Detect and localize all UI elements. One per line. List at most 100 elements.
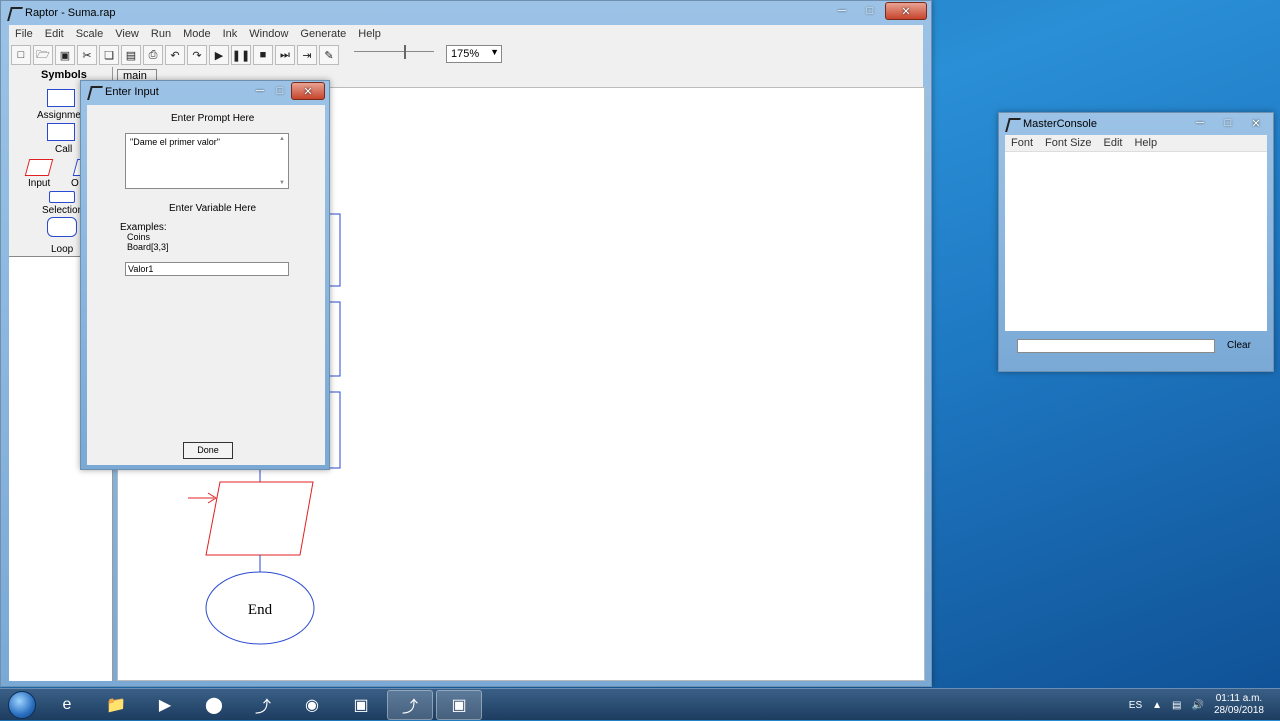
new-file-icon[interactable]: □	[11, 45, 31, 65]
variable-input[interactable]: Valor1	[125, 262, 289, 276]
console-titlebar[interactable]: MasterConsole ─ □ ✕	[999, 113, 1273, 135]
loop-symbol[interactable]	[47, 217, 77, 237]
menu-file[interactable]: File	[9, 28, 39, 40]
output-label: Output	[71, 178, 79, 189]
dialog-titlebar[interactable]: Enter Input ─ □ ✕	[81, 81, 329, 103]
stop-icon[interactable]: ■	[253, 45, 273, 65]
tray-expand-icon[interactable]: ▲	[1152, 700, 1162, 711]
windows-start-icon	[8, 690, 36, 719]
menu-window[interactable]: Window	[243, 28, 294, 40]
step-into-icon[interactable]: ⇥	[297, 45, 317, 65]
close-button[interactable]: ✕	[885, 2, 927, 20]
step-icon[interactable]: ⏭	[275, 45, 295, 65]
prompt-label: Enter Prompt Here	[171, 113, 255, 124]
chevron-down-icon: ▼	[490, 47, 499, 57]
speed-slider-thumb[interactable]	[404, 45, 406, 59]
end-label: End	[248, 602, 273, 618]
menu-generate[interactable]: Generate	[294, 28, 352, 40]
assignment-symbol[interactable]	[47, 89, 75, 107]
input-symbol[interactable]	[24, 159, 54, 176]
loop-label: Loop	[51, 244, 74, 255]
raptor-app-icon	[1005, 117, 1019, 131]
done-button[interactable]: Done	[183, 442, 233, 459]
pause-icon[interactable]: ❚❚	[231, 45, 251, 65]
pen-icon[interactable]: ✎	[319, 45, 339, 65]
prompt-scrollbar[interactable]: ▲ ▼	[278, 136, 286, 186]
clock-time: 01:11 a.m.	[1215, 693, 1263, 704]
chrome-icon[interactable]: ◉	[289, 690, 335, 720]
menu-edit[interactable]: Edit	[39, 28, 70, 40]
raptor-app-icon	[87, 85, 101, 99]
taskbar: e 📁 ▶ ⬤ ⤴ ◉ ▣ ⤴ ▣ ES ▲ ▤ 🔊 01:11 a.m. 28…	[0, 688, 1280, 720]
minimize-button[interactable]: ─	[829, 2, 855, 20]
menu-ink[interactable]: Ink	[217, 28, 244, 40]
zoom-select[interactable]: 175% ▼	[446, 45, 502, 63]
console-menu-font-size[interactable]: Font Size	[1039, 137, 1097, 149]
raptor-app-icon	[7, 6, 21, 20]
clock-date: 28/09/2018	[1213, 705, 1264, 716]
master-console-window: MasterConsole ─ □ ✕ Font Font Size Edit …	[998, 112, 1274, 372]
window-title: Raptor - Suma.rap	[25, 7, 116, 19]
prompt-textarea[interactable]: "Dame el primer valor" ▲ ▼	[125, 133, 289, 189]
internet-explorer-icon[interactable]: e	[44, 690, 90, 720]
volume-icon[interactable]: 🔊	[1191, 700, 1203, 711]
play-icon[interactable]: ▶	[209, 45, 229, 65]
app-green-icon[interactable]: ▣	[338, 690, 384, 720]
menu-help[interactable]: Help	[352, 28, 387, 40]
undo-icon[interactable]: ↶	[165, 45, 185, 65]
minimize-button[interactable]: ─	[251, 82, 269, 100]
console-menu-font[interactable]: Font	[1005, 137, 1039, 149]
network-icon[interactable]: ▤	[1172, 700, 1181, 711]
close-button[interactable]: ✕	[1243, 114, 1269, 132]
raptor-taskbar-icon[interactable]: ⤴	[240, 690, 286, 720]
raptor-active-taskbar-icon[interactable]: ⤴	[387, 689, 433, 720]
print-icon[interactable]: ⎙	[143, 45, 163, 65]
app-red-icon[interactable]: ⬤	[191, 690, 237, 720]
open-folder-icon[interactable]: 🗁	[33, 45, 53, 65]
menu-mode[interactable]: Mode	[177, 28, 217, 40]
input-label: Input	[28, 178, 51, 189]
variable-text: Valor1	[128, 264, 154, 274]
file-explorer-icon[interactable]: 📁	[93, 690, 139, 720]
maximize-button[interactable]: □	[857, 2, 883, 20]
dialog-title: Enter Input	[105, 86, 159, 98]
console-input[interactable]	[1017, 339, 1215, 353]
selection-symbol[interactable]	[49, 191, 75, 203]
maximize-button[interactable]: □	[1215, 114, 1241, 132]
example-board: Board[3,3]	[127, 242, 169, 252]
maximize-button[interactable]: □	[271, 82, 289, 100]
input-flow-symbol[interactable]	[205, 481, 314, 556]
raptor-titlebar[interactable]: Raptor - Suma.rap ─ □ ✕	[1, 1, 931, 25]
language-indicator[interactable]: ES	[1129, 700, 1142, 711]
zoom-value: 175%	[451, 48, 480, 60]
console-menu-help[interactable]: Help	[1128, 137, 1163, 149]
console-output[interactable]	[1005, 151, 1267, 331]
save-icon[interactable]: ▣	[55, 45, 75, 65]
scroll-up-icon[interactable]: ▲	[279, 136, 285, 142]
console-menu-edit[interactable]: Edit	[1097, 137, 1128, 149]
redo-icon[interactable]: ↷	[187, 45, 207, 65]
selection-label: Selection	[42, 205, 84, 216]
app-active-icon[interactable]: ▣	[436, 689, 482, 720]
scroll-down-icon[interactable]: ▼	[279, 180, 285, 186]
close-button[interactable]: ✕	[291, 82, 325, 100]
minimize-button[interactable]: ─	[1187, 114, 1213, 132]
speed-slider-track[interactable]	[354, 51, 434, 55]
menu-view[interactable]: View	[109, 28, 145, 40]
media-player-icon[interactable]: ▶	[142, 690, 188, 720]
call-label: Call	[55, 144, 73, 155]
copy-icon[interactable]: ❏	[99, 45, 119, 65]
dialog-body: Enter Prompt Here "Dame el primer valor"…	[87, 105, 325, 465]
clock[interactable]: 01:11 a.m. 28/09/2018	[1214, 693, 1264, 717]
prompt-text: "Dame el primer valor"	[130, 137, 220, 147]
start-button[interactable]	[0, 689, 44, 721]
clear-button[interactable]: Clear	[1215, 337, 1263, 355]
paste-icon[interactable]: ▤	[121, 45, 141, 65]
call-symbol[interactable]	[47, 123, 75, 141]
system-tray: ES ▲ ▤ 🔊 01:11 a.m. 28/09/2018	[1129, 689, 1280, 721]
example-coins: Coins	[127, 232, 151, 242]
menu-run[interactable]: Run	[145, 28, 177, 40]
menu-scale[interactable]: Scale	[70, 28, 110, 40]
variable-label: Enter Variable Here	[169, 203, 257, 214]
cut-icon[interactable]: ✂	[77, 45, 97, 65]
